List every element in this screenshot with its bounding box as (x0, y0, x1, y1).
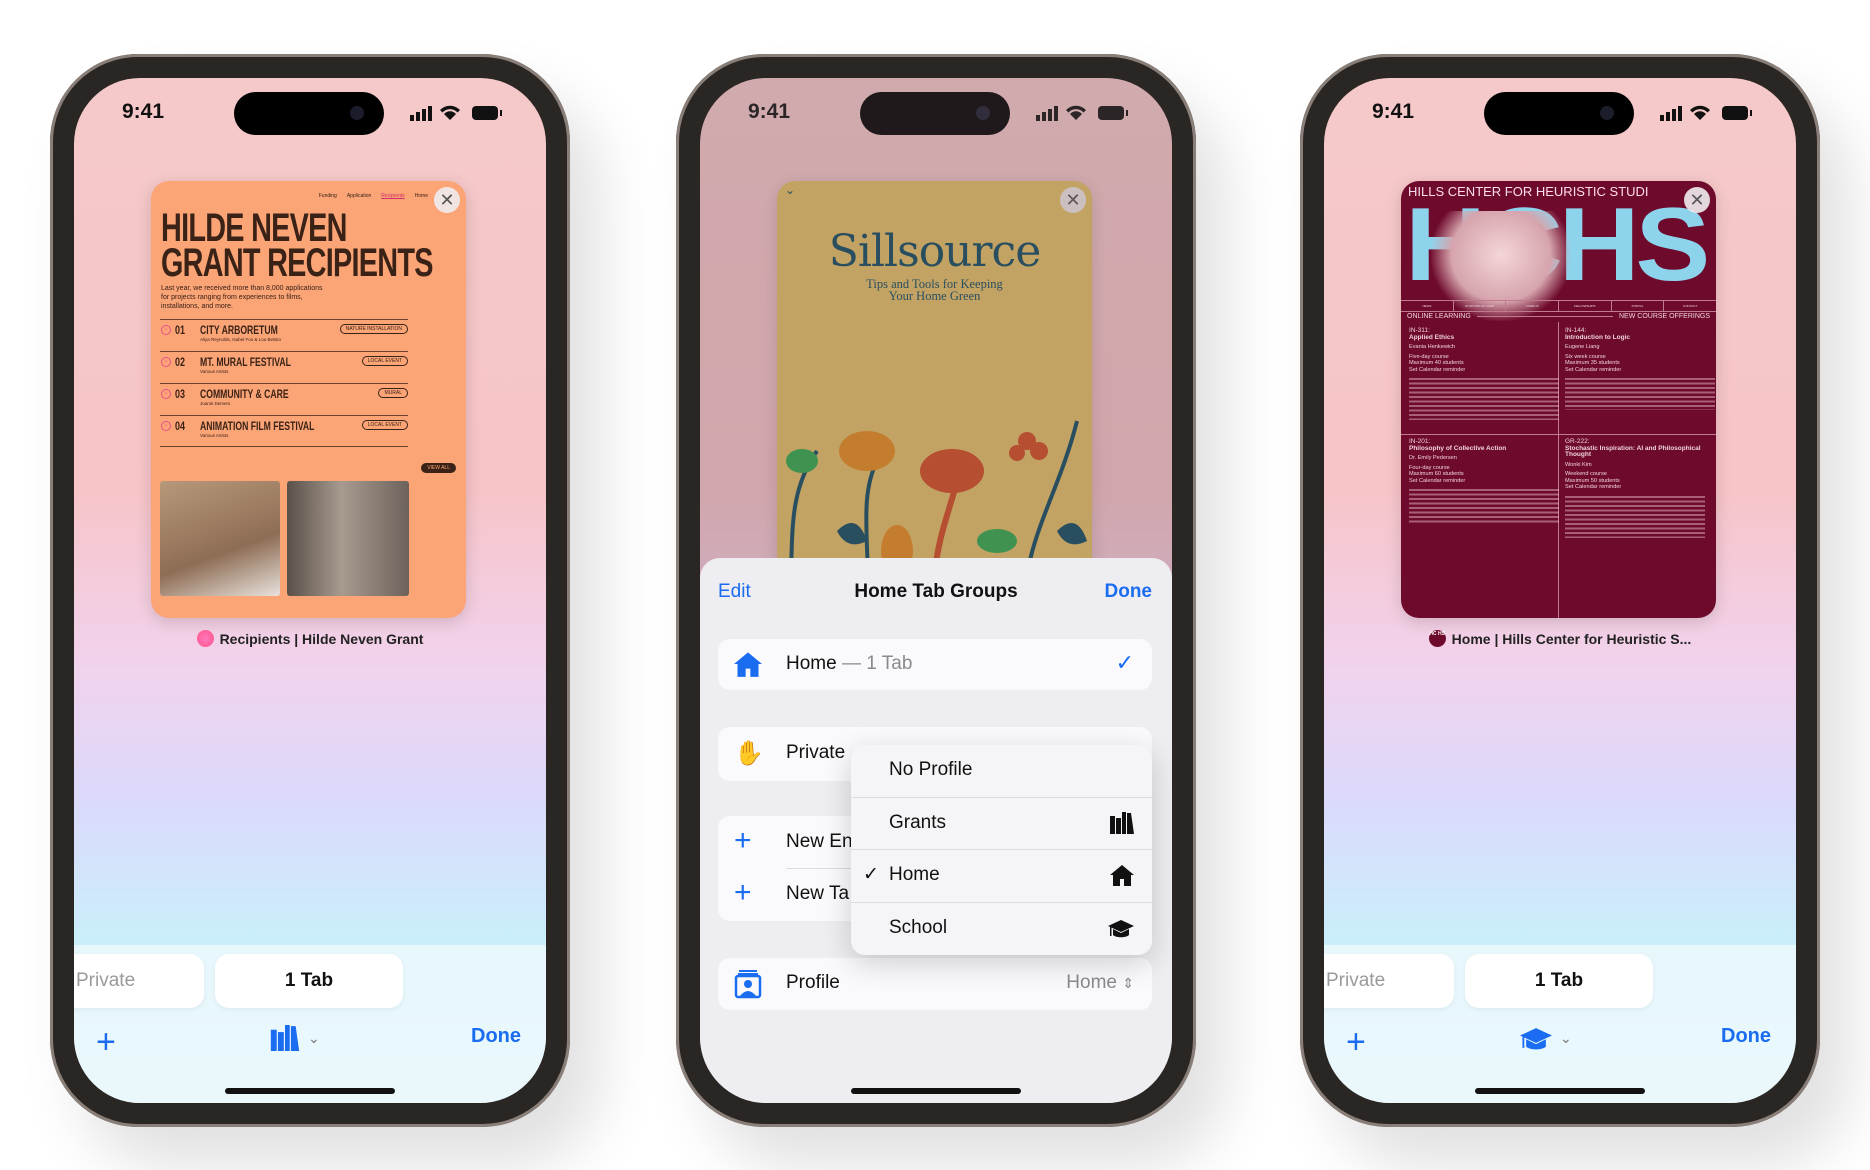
tabs-segment[interactable]: 1 Tab (1465, 954, 1653, 1008)
plus-icon: + (734, 824, 752, 857)
nav-link: Home (414, 193, 428, 199)
tabs-segment[interactable]: 1 Tab (215, 954, 403, 1008)
site-nav: NEWS STUDYING AT HCHS CAMPUS FELLOWSHIPS POR… (1401, 300, 1716, 312)
menu-item-no-profile[interactable]: No Profile (851, 745, 1152, 798)
tab-bar: Private 1 Tab + ⌄ Done (1324, 945, 1796, 1103)
tab-card-hchs[interactable]: HCHS HILLS CENTER FOR HEURISTIC STUDI NE… (1401, 181, 1716, 618)
new-tab-button[interactable]: + (96, 1023, 116, 1062)
tab-title: Recipients | Hilde Neven Grant (74, 630, 546, 647)
new-empty-tab-group[interactable]: New En (786, 831, 853, 853)
phone-screen: 9:41 ⌄ Sillsource Tips and Tools for Kee… (700, 78, 1172, 1103)
photo-sculpture (160, 481, 280, 596)
tab-title: HC HS Home | Hills Center for Heuristic S… (1428, 630, 1692, 647)
photo-street (287, 481, 409, 596)
dynamic-island (234, 92, 384, 135)
bookshelf-icon (270, 1025, 300, 1051)
course-card: GR-222: Stochastic Inspiration: AI and Ph… (1565, 438, 1705, 538)
checkmark-icon: ✓ (1115, 650, 1134, 675)
view-all-button: VIEW ALL (421, 463, 456, 473)
dynamic-island (1484, 92, 1634, 135)
bookshelf-icon (1110, 811, 1134, 834)
chevron-down-icon: ⌄ (308, 1029, 320, 1046)
nav-link: Application (346, 193, 372, 199)
status-time: 9:41 (122, 100, 165, 123)
phone-home: 9:41 ⌄ Sillsource Tips and Tools for Kee… (676, 54, 1196, 1127)
list-item: › 03 COMMUNITY & CARE Joanie Demers MURAL (160, 383, 408, 415)
graduation-cap-icon (1520, 1028, 1552, 1050)
list-item: › 04 ANIMATION FILM FESTIVAL Various Artist… (160, 415, 408, 447)
phone-screen: 9:41 Funding Application Recipients Home… (74, 78, 546, 1103)
profile-row[interactable]: Profile Home ⇕ (718, 958, 1152, 1010)
tab-groups-sheet: Edit Home Tab Groups Done Home — 1 Tab ✓… (700, 558, 1172, 1103)
done-button[interactable]: Done (1721, 1025, 1771, 1048)
sheet-title: Home Tab Groups (854, 581, 1018, 602)
menu-item-grants[interactable]: Grants (851, 798, 1152, 850)
status-time: 9:41 (1372, 100, 1415, 123)
home-indicator (1475, 1088, 1645, 1094)
nav-link: Funding (318, 193, 337, 199)
close-tab-button[interactable]: ✕ (434, 187, 460, 213)
course-card: IN-311: Applied Ethics Evania Henkewich Fiv… (1409, 327, 1559, 420)
favicon-icon (196, 630, 214, 647)
row-label: Private (786, 742, 846, 763)
new-tab-group[interactable]: New Ta (786, 883, 849, 905)
private-segment[interactable]: Private (74, 954, 204, 1008)
menu-item-school[interactable]: School (851, 903, 1152, 956)
site-header: HILLS CENTER FOR HEURISTIC STUDI (1408, 184, 1649, 199)
intro-text: Last year, we received more than 8,000 a… (161, 285, 323, 310)
nav-link: Recipients (381, 193, 405, 199)
house-icon (734, 652, 762, 677)
chevron-up-down-icon: ⇕ (1122, 975, 1134, 991)
course-card: IN-201: Philosophy of Collective Action Dr… (1409, 438, 1559, 525)
chevron-down-icon: ⌄ (1560, 1029, 1572, 1046)
menu-item-home[interactable]: ✓ Home (851, 850, 1152, 903)
hand-raised-icon: ✋ (734, 740, 764, 767)
phone-grants: 9:41 Funding Application Recipients Home… (50, 54, 570, 1127)
tab-group-home-row[interactable]: Home — 1 Tab ✓ (718, 639, 1152, 690)
new-tab-button[interactable]: + (1346, 1023, 1366, 1062)
done-button[interactable]: Done (471, 1025, 521, 1048)
graduation-cap-icon (1108, 919, 1134, 937)
course-card: IN-144: Introduction to Logic Eugene Liang… (1565, 327, 1715, 410)
list-item: › 01 CITY ARBORETUM Aliya Reynolds, Isabel … (160, 319, 408, 351)
checkmark-icon: ✓ (863, 864, 879, 885)
row-label: Home — 1 Tab (786, 653, 913, 674)
done-button[interactable]: Done (1105, 581, 1153, 603)
home-indicator (225, 1088, 395, 1094)
private-segment[interactable]: Private (1324, 954, 1454, 1008)
tab-group-picker[interactable]: ⌄ (1520, 1025, 1572, 1051)
tab-group-picker[interactable]: ⌄ (270, 1025, 320, 1051)
profile-icon (734, 970, 762, 999)
phone-school: 9:41 HCHS HILLS CENTER FOR HEURISTIC STU… (1300, 54, 1820, 1127)
tab-bar: Private 1 Tab + ⌄ Done (74, 945, 546, 1103)
status-icons (410, 105, 502, 121)
profile-value[interactable]: Home ⇕ (1066, 972, 1134, 994)
favicon-icon: HC HS (1428, 630, 1446, 647)
profile-menu: No Profile Grants ✓ Home School (851, 745, 1152, 955)
status-icons (1660, 105, 1752, 121)
plus-icon: + (734, 876, 752, 909)
row-label: Profile (786, 972, 840, 993)
list-item: › 02 MT. MURAL FESTIVAL Various Artists LOCA… (160, 351, 408, 383)
section-bar: ONLINE LEARNING NEW COURSE OFFERINGS (1407, 313, 1710, 320)
close-tab-button[interactable]: ✕ (1684, 187, 1710, 213)
house-icon (1110, 865, 1134, 886)
phone-screen: 9:41 HCHS HILLS CENTER FOR HEURISTIC STU… (1324, 78, 1796, 1103)
tab-card-grants[interactable]: Funding Application Recipients Home HILD… (151, 181, 466, 618)
site-nav: Funding Application Recipients Home (319, 193, 428, 199)
page-heading: HILDE NEVEN GRANT RECIPIENTS (161, 206, 433, 285)
home-indicator (851, 1088, 1021, 1094)
